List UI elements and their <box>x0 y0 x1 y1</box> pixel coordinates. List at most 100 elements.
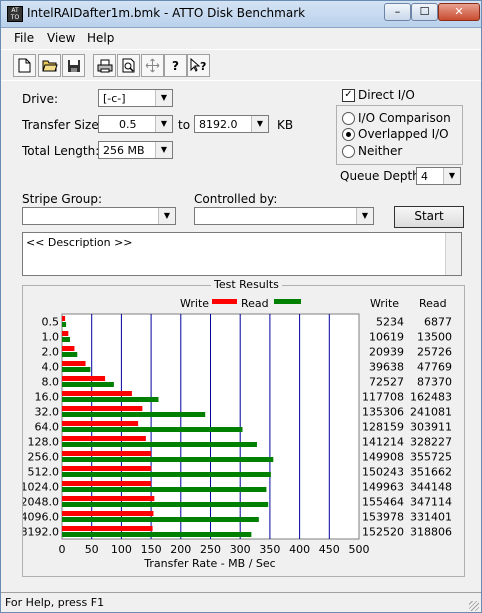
read-bar <box>62 337 71 342</box>
menu-file[interactable]: File <box>14 31 34 45</box>
write-bar <box>62 331 69 336</box>
category-label: 2.0 <box>42 346 60 359</box>
toolbar: ? ? <box>1 49 481 81</box>
read-value: 347114 <box>410 496 452 509</box>
controlled-by-select[interactable]: ▼ <box>194 207 374 225</box>
write-bar <box>62 436 146 441</box>
close-button[interactable]: ✕ <box>438 3 480 21</box>
read-value: 344148 <box>410 481 452 494</box>
read-bar <box>62 412 206 417</box>
write-bar <box>62 346 75 351</box>
transfer-size-from-select[interactable]: 0.5 ▼ <box>98 115 173 133</box>
category-label: 8192.0 <box>23 526 59 539</box>
help-icon[interactable]: ? <box>164 54 187 77</box>
x-tick-label: 500 <box>349 543 370 556</box>
x-tick-label: 100 <box>111 543 132 556</box>
chevron-down-icon: ▼ <box>155 90 172 106</box>
neither-radio[interactable] <box>342 145 355 158</box>
category-label: 64.0 <box>35 421 60 434</box>
category-label: 16.0 <box>35 391 60 404</box>
x-tick-label: 0 <box>59 543 66 556</box>
new-file-icon[interactable] <box>13 54 36 77</box>
write-bar <box>62 481 152 486</box>
read-value: 351662 <box>410 466 452 479</box>
io-comparison-radio[interactable] <box>342 112 355 125</box>
print-preview-icon[interactable] <box>117 54 140 77</box>
open-folder-icon[interactable] <box>38 54 61 77</box>
print-icon[interactable] <box>93 54 116 77</box>
read-bar <box>62 322 67 327</box>
chevron-down-icon: ▼ <box>443 168 460 184</box>
stripe-group-select[interactable]: ▼ <box>22 207 176 225</box>
category-label: 2048.0 <box>23 496 59 509</box>
x-tick-label: 250 <box>200 543 221 556</box>
read-value: 162483 <box>410 391 452 404</box>
chevron-down-icon: ▼ <box>155 116 172 132</box>
x-tick-labels: 0 50 100 150 200 250 300 350 400 450 500 <box>59 543 370 556</box>
read-bar <box>62 532 252 537</box>
read-bar <box>62 457 274 462</box>
results-chart: Write Read Write Read 0.5 1.0 2.0 4.0 8.0 16.… <box>23 297 452 570</box>
write-bar <box>62 421 139 426</box>
write-value: 141214 <box>362 436 404 449</box>
drive-value: [-c-] <box>103 92 126 105</box>
write-value: 150243 <box>362 466 404 479</box>
queue-depth-label: Queue Depth: <box>340 169 424 183</box>
read-value: 303911 <box>410 421 452 434</box>
description-scrollbar[interactable] <box>445 233 461 275</box>
read-bar <box>62 487 267 492</box>
write-value: 149963 <box>362 481 404 494</box>
stripe-group-label: Stripe Group: <box>22 192 102 206</box>
write-value: 72527 <box>369 376 404 389</box>
read-value: 318806 <box>410 526 452 539</box>
resize-grip[interactable] <box>469 601 479 611</box>
direct-io-checkbox[interactable]: ✓ <box>342 89 355 102</box>
write-value: 39638 <box>369 361 404 374</box>
move-icon[interactable] <box>141 54 164 77</box>
atto-app-icon: AT TO <box>7 6 23 22</box>
x-tick-label: 50 <box>85 543 99 556</box>
write-bar <box>62 466 152 471</box>
x-tick-label: 300 <box>230 543 251 556</box>
read-bar <box>62 367 91 372</box>
category-label: 4.0 <box>42 361 60 374</box>
menu-help[interactable]: Help <box>87 31 114 45</box>
status-text: For Help, press F1 <box>5 596 105 609</box>
drive-select[interactable]: [-c-] ▼ <box>98 89 173 107</box>
write-bar <box>62 316 66 321</box>
overlapped-io-radio[interactable] <box>342 128 355 141</box>
category-labels: 0.5 1.0 2.0 4.0 8.0 16.0 32.0 64.0 128.0 256.0 512… <box>23 316 59 539</box>
overlapped-io-label: Overlapped I/O <box>358 127 449 141</box>
read-value: 87370 <box>417 376 452 389</box>
write-bar <box>62 511 154 516</box>
svg-text:?: ? <box>200 60 206 73</box>
value-columns: 5234 6877 10619 13500 20939 25726 39638 47769 72… <box>362 316 452 539</box>
total-length-select[interactable]: 256 MB ▼ <box>98 141 173 159</box>
x-tick-label: 350 <box>259 543 280 556</box>
read-value: 13500 <box>417 331 452 344</box>
queue-depth-select[interactable]: 4 ▼ <box>416 167 461 185</box>
start-button[interactable]: Start <box>394 206 464 228</box>
queue-depth-value: 4 <box>421 170 428 183</box>
read-bar <box>62 352 78 357</box>
transfer-size-to-select[interactable]: 8192.0 ▼ <box>194 115 269 133</box>
transfer-size-label: Transfer Size: <box>22 118 103 132</box>
context-help-icon[interactable]: ? <box>187 54 210 77</box>
minimize-button[interactable]: – <box>384 3 411 21</box>
column-header-read: Read <box>419 297 447 310</box>
category-label: 1024.0 <box>23 481 59 494</box>
save-icon[interactable] <box>62 54 85 77</box>
status-bar: For Help, press F1 <box>1 592 481 613</box>
title-bar[interactable]: AT TO IntelRAIDafter1m.bmk - ATTO Disk Be… <box>1 1 481 28</box>
toolbar-separator <box>1 80 481 81</box>
category-label: 128.0 <box>28 436 60 449</box>
description-field[interactable]: << Description >> <box>22 232 462 276</box>
read-bar <box>62 472 271 477</box>
menu-view[interactable]: View <box>47 31 75 45</box>
column-header-write: Write <box>370 297 399 310</box>
maximize-button[interactable]: ☐ <box>411 3 438 21</box>
chevron-down-icon: ▼ <box>251 116 268 132</box>
neither-label: Neither <box>358 144 403 158</box>
category-label: 512.0 <box>28 466 60 479</box>
write-bar <box>62 496 155 501</box>
